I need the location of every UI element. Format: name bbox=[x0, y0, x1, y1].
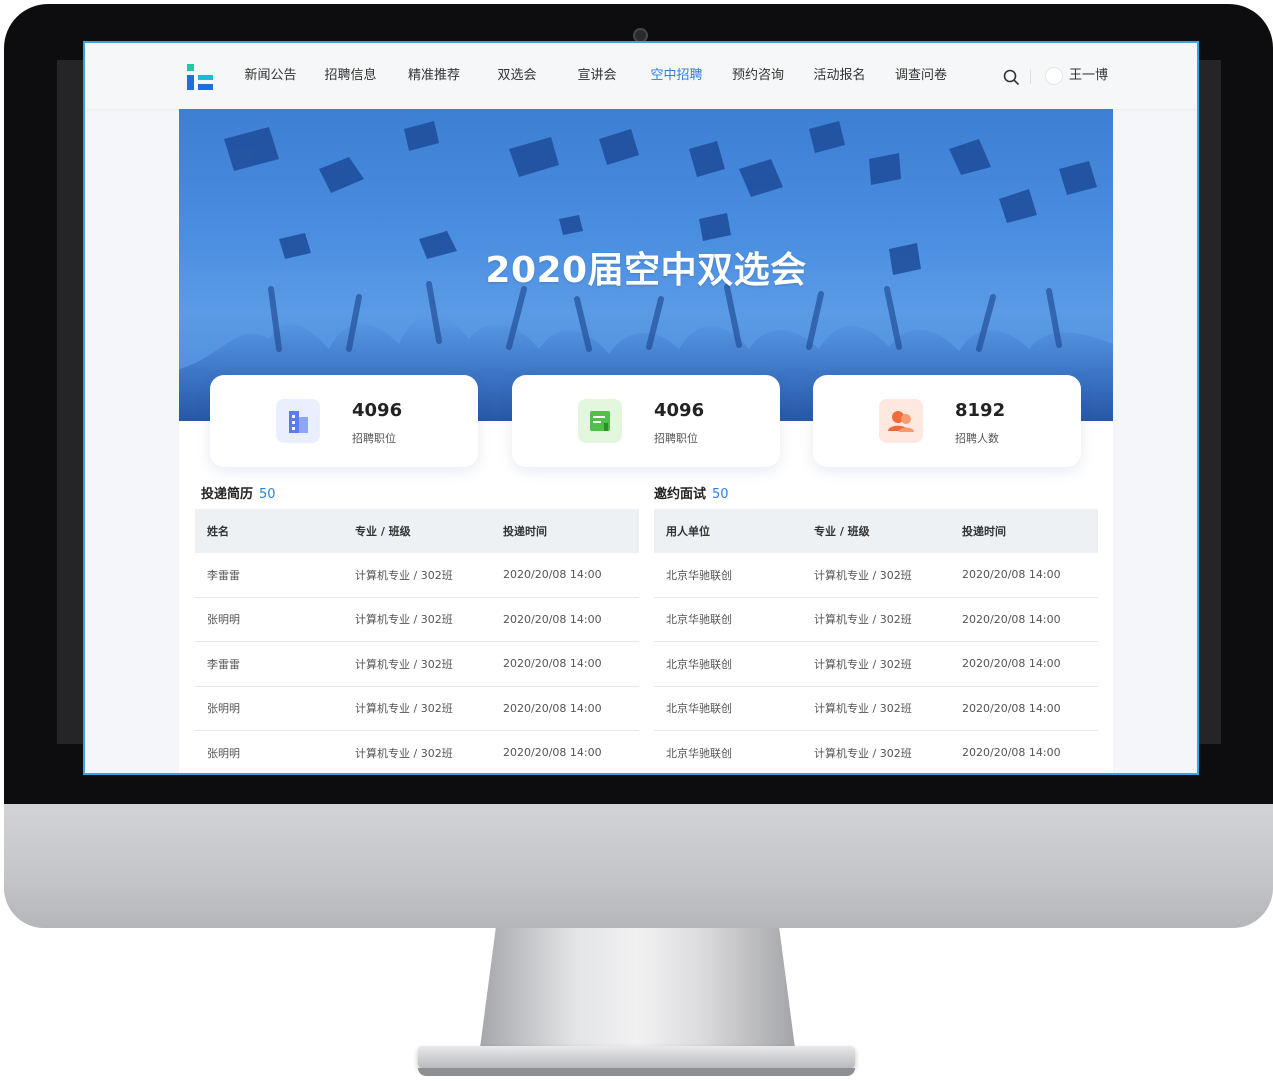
table-cell: 2020/20/08 14:00 bbox=[962, 657, 1061, 671]
resumes-section-title: 投递简历 50 bbox=[201, 483, 276, 502]
column-header: 姓名 bbox=[207, 525, 229, 538]
column-header: 投递时间 bbox=[503, 525, 547, 538]
interviews-table: 用人单位 专业 / 班级 投递时间 北京华驰联创 计算机专业 / 302班 2020/20… bbox=[654, 509, 1098, 773]
table-cell: 2020/20/08 14:00 bbox=[962, 612, 1061, 626]
monitor-stand bbox=[480, 928, 795, 1048]
nav-item[interactable]: 新闻公告 bbox=[231, 43, 310, 109]
document-icon bbox=[578, 399, 622, 443]
table-cell: 计算机专业 / 302班 bbox=[814, 613, 912, 627]
nav-item[interactable]: 宣讲会 bbox=[557, 43, 637, 109]
table-cell: 计算机专业 / 302班 bbox=[355, 613, 453, 627]
stat-card-positions: 4096 招聘职位 bbox=[210, 375, 478, 467]
screen-side-left bbox=[57, 60, 83, 744]
column-header: 专业 / 班级 bbox=[355, 525, 411, 538]
column-header: 专业 / 班级 bbox=[814, 525, 870, 538]
table-row[interactable]: 北京华驰联创 计算机专业 / 302班 2020/20/08 14:00 bbox=[654, 642, 1098, 687]
table-cell: 张明明 bbox=[207, 613, 240, 627]
table-row[interactable]: 北京华驰联创 计算机专业 / 302班 2020/20/08 14:00 bbox=[654, 553, 1098, 598]
table-cell: 2020/20/08 14:00 bbox=[503, 701, 602, 715]
table-cell: 北京华驰联创 bbox=[666, 568, 732, 582]
people-icon bbox=[879, 399, 923, 443]
table-cell: 2020/20/08 14:00 bbox=[962, 701, 1061, 715]
table-header: 姓名 专业 / 班级 投递时间 bbox=[195, 509, 639, 553]
nav-item[interactable]: 空中招聘 bbox=[637, 43, 716, 109]
table-cell: 李雷雷 bbox=[207, 568, 240, 582]
monitor-chin bbox=[4, 804, 1273, 928]
banner-title: 2020届空中双选会 bbox=[485, 250, 807, 291]
table-cell: 北京华驰联创 bbox=[666, 657, 732, 671]
interviews-section-title: 邀约面试 50 bbox=[654, 483, 729, 502]
nav-item[interactable]: 活动报名 bbox=[800, 43, 879, 109]
table-header: 用人单位 专业 / 班级 投递时间 bbox=[654, 509, 1098, 553]
table-row[interactable]: 北京华驰联创 计算机专业 / 302班 2020/20/08 14:00 bbox=[654, 731, 1098, 773]
table-cell: 计算机专业 / 302班 bbox=[355, 568, 453, 582]
interviews-count: 50 bbox=[712, 487, 729, 502]
resumes-table: 姓名 专业 / 班级 投递时间 李雷雷 计算机专业 / 302班 2020/20/08 1… bbox=[195, 509, 639, 773]
table-cell: 计算机专业 / 302班 bbox=[814, 746, 912, 760]
table-cell: 张明明 bbox=[207, 746, 240, 760]
nav-item[interactable]: 招聘信息 bbox=[310, 43, 391, 109]
table-cell: 2020/20/08 14:00 bbox=[962, 568, 1061, 582]
logo[interactable] bbox=[187, 64, 213, 90]
table-cell: 计算机专业 / 302班 bbox=[814, 657, 912, 671]
table-row[interactable]: 张明明 计算机专业 / 302班 2020/20/08 14:00 bbox=[195, 687, 639, 731]
nav-item[interactable]: 双选会 bbox=[477, 43, 557, 109]
nav-item[interactable]: 预约咨询 bbox=[716, 43, 800, 109]
nav-item[interactable]: 精准推荐 bbox=[391, 43, 477, 109]
table-row[interactable]: 李雷雷 计算机专业 / 302班 2020/20/08 14:00 bbox=[195, 642, 639, 687]
monitor-foot-edge bbox=[418, 1068, 855, 1076]
main-content: 2020届空中双选会 4096 招聘职位 4096 招聘职位 8192 招聘人数… bbox=[179, 109, 1113, 773]
avatar[interactable] bbox=[1045, 67, 1063, 85]
main-nav: 新闻公告 招聘信息 精准推荐 双选会 宣讲会 空中招聘 预约咨询 活动报名 调查问卷 bbox=[231, 43, 963, 109]
top-nav-bar: 新闻公告 招聘信息 精准推荐 双选会 宣讲会 空中招聘 预约咨询 活动报名 调查问卷 王一博 bbox=[85, 43, 1197, 109]
table-cell: 计算机专业 / 302班 bbox=[355, 657, 453, 671]
table-cell: 北京华驰联创 bbox=[666, 702, 732, 716]
stat-card-positions-2: 4096 招聘职位 bbox=[512, 375, 780, 467]
table-cell: 北京华驰联创 bbox=[666, 746, 732, 760]
table-cell: 计算机专业 / 302班 bbox=[814, 702, 912, 716]
table-cell: 2020/20/08 14:00 bbox=[503, 568, 602, 582]
table-cell: 北京华驰联创 bbox=[666, 613, 732, 627]
table-cell: 2020/20/08 14:00 bbox=[503, 746, 602, 760]
monitor-foot bbox=[418, 1046, 855, 1068]
interviews-title: 邀约面试 bbox=[654, 487, 707, 502]
table-row[interactable]: 张明明 计算机专业 / 302班 2020/20/08 14:00 bbox=[195, 598, 639, 642]
nav-item[interactable]: 调查问卷 bbox=[879, 43, 963, 109]
table-row[interactable]: 北京华驰联创 计算机专业 / 302班 2020/20/08 14:00 bbox=[654, 598, 1098, 642]
nav-divider bbox=[1030, 70, 1031, 84]
table-cell: 计算机专业 / 302班 bbox=[814, 568, 912, 582]
table-cell: 计算机专业 / 302班 bbox=[355, 702, 453, 716]
stat-value: 8192 bbox=[955, 400, 1006, 421]
table-row[interactable]: 北京华驰联创 计算机专业 / 302班 2020/20/08 14:00 bbox=[654, 687, 1098, 731]
column-header: 投递时间 bbox=[962, 525, 1006, 538]
table-cell: 2020/20/08 14:00 bbox=[503, 657, 602, 671]
screen-side-right bbox=[1199, 60, 1221, 744]
building-icon bbox=[276, 399, 320, 443]
stat-label: 招聘人数 bbox=[955, 432, 999, 445]
table-cell: 计算机专业 / 302班 bbox=[355, 746, 453, 760]
resumes-title: 投递简历 bbox=[201, 487, 254, 502]
resumes-count: 50 bbox=[259, 487, 276, 502]
screen: 新闻公告 招聘信息 精准推荐 双选会 宣讲会 空中招聘 预约咨询 活动报名 调查问卷 王一博 bbox=[83, 41, 1199, 775]
stat-label: 招聘职位 bbox=[352, 432, 396, 445]
user-name[interactable]: 王一博 bbox=[1069, 67, 1108, 85]
stat-card-hires: 8192 招聘人数 bbox=[813, 375, 1081, 467]
table-row[interactable]: 张明明 计算机专业 / 302班 2020/20/08 14:00 bbox=[195, 731, 639, 773]
search-icon[interactable] bbox=[1003, 69, 1019, 85]
stat-value: 4096 bbox=[654, 400, 705, 421]
table-cell: 张明明 bbox=[207, 702, 240, 716]
stat-value: 4096 bbox=[352, 400, 403, 421]
table-cell: 李雷雷 bbox=[207, 657, 240, 671]
table-row[interactable]: 李雷雷 计算机专业 / 302班 2020/20/08 14:00 bbox=[195, 553, 639, 598]
stat-label: 招聘职位 bbox=[654, 432, 698, 445]
table-cell: 2020/20/08 14:00 bbox=[503, 612, 602, 626]
column-header: 用人单位 bbox=[666, 525, 710, 538]
table-cell: 2020/20/08 14:00 bbox=[962, 746, 1061, 760]
